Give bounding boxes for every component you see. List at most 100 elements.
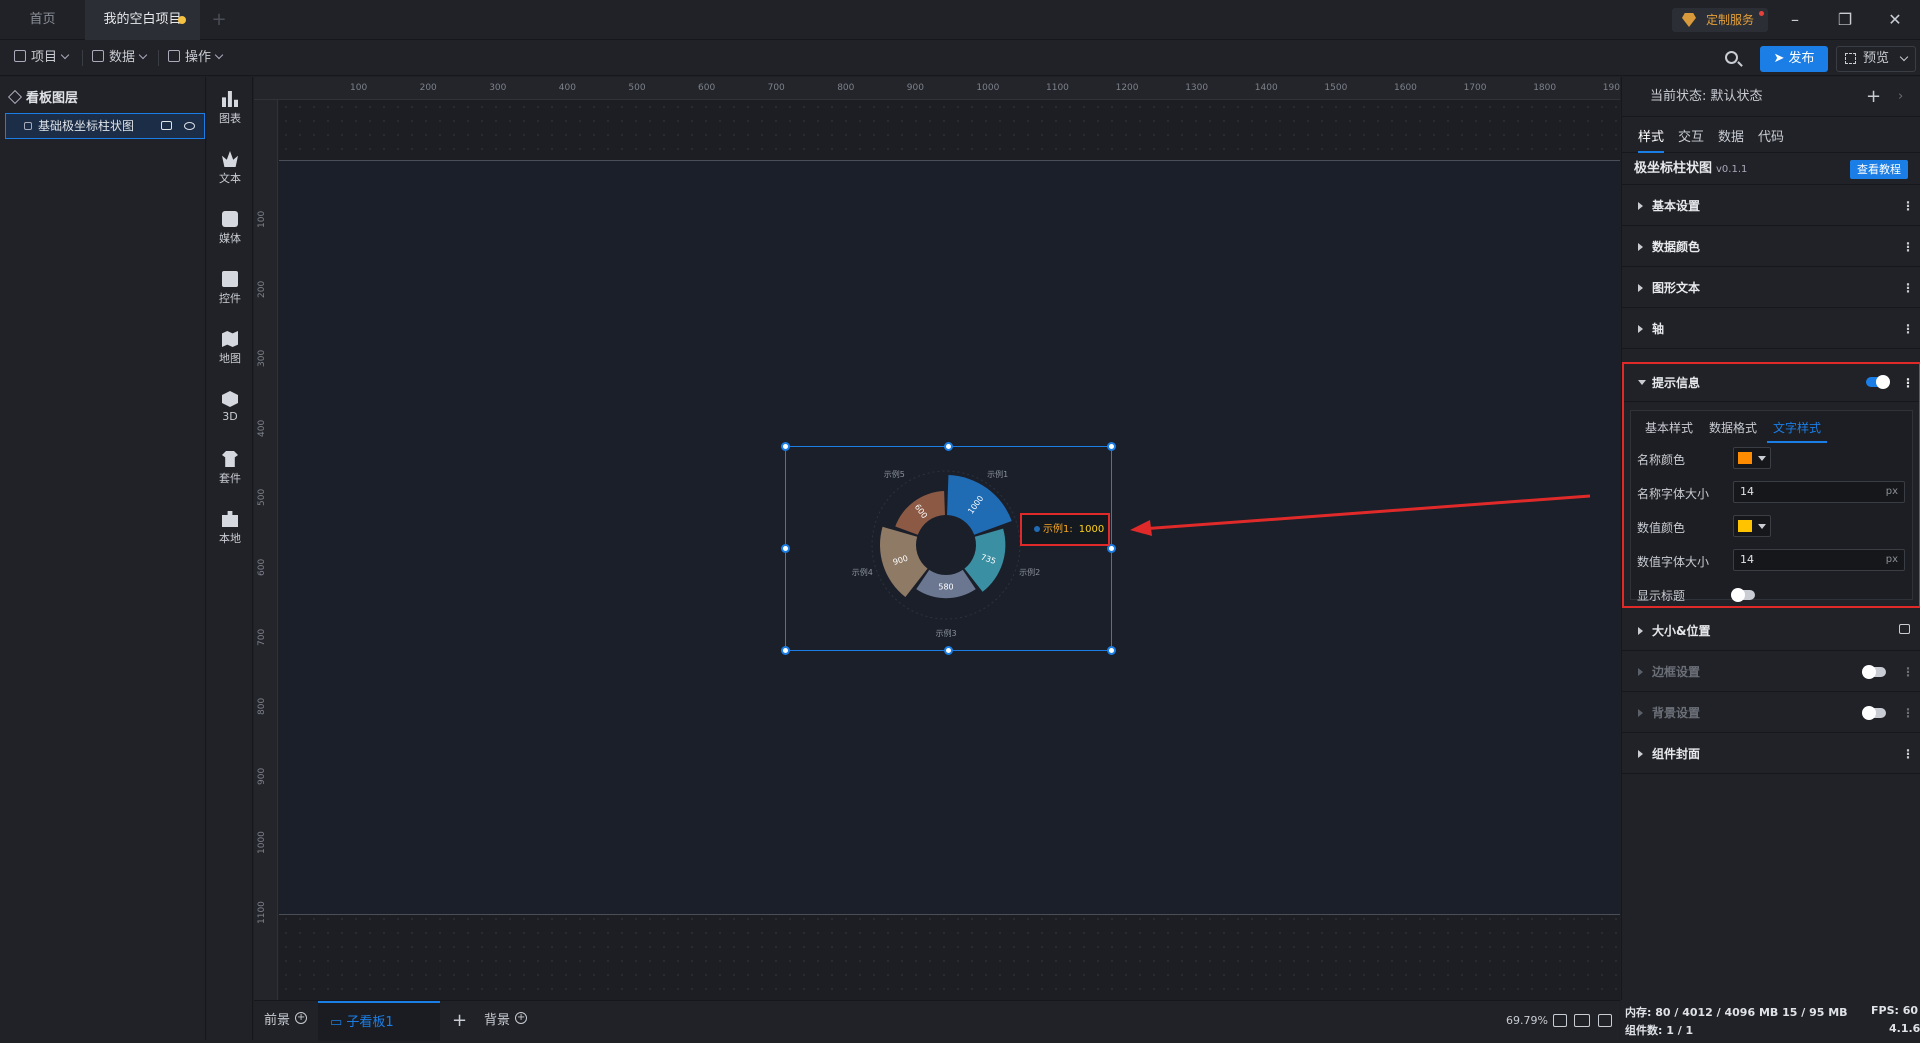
tab-sub-board-label: 子看板1 <box>346 1015 394 1030</box>
selection-frame[interactable] <box>781 442 1116 655</box>
more-icon[interactable]: ⋮ <box>1902 186 1914 226</box>
section-shape-text[interactable]: 图形文本 ⋮ <box>1622 268 1920 308</box>
tab-project[interactable]: 我的空白项目 <box>85 0 200 40</box>
resize-handle[interactable] <box>781 442 790 451</box>
value-color-picker[interactable] <box>1733 515 1771 537</box>
component-local[interactable]: 本地 <box>207 504 253 554</box>
unlock-icon[interactable] <box>161 121 172 130</box>
add-board-button[interactable]: + <box>452 1001 467 1041</box>
menu-operate-label: 操作 <box>185 50 212 65</box>
component-kit[interactable]: 套件 <box>207 444 253 494</box>
chevron-right-icon[interactable]: › <box>1898 77 1903 117</box>
resize-handle[interactable] <box>781 646 790 655</box>
resize-handle[interactable] <box>944 646 953 655</box>
section-data-color[interactable]: 数据颜色 ⋮ <box>1622 227 1920 267</box>
more-icon[interactable]: ⋮ <box>1902 652 1914 692</box>
tooltip-section-header[interactable]: 提示信息 ⋮ <box>1624 364 1919 402</box>
component-chart[interactable]: 图表 <box>207 84 253 134</box>
component-kit-label: 套件 <box>219 472 241 485</box>
menu-data[interactable]: 数据 <box>92 48 148 68</box>
puzzle-icon <box>222 511 238 527</box>
tab-sub-board[interactable]: ▭ 子看板1 <box>318 1001 440 1041</box>
component-text[interactable]: 文本 <box>207 144 253 194</box>
resize-handle[interactable] <box>1107 646 1116 655</box>
name-font-size-value: 14 <box>1740 485 1754 498</box>
caret-down-icon <box>1638 380 1646 385</box>
value-font-size-input[interactable]: 14 px <box>1733 549 1905 571</box>
name-font-size-input[interactable]: 14 px <box>1733 481 1905 503</box>
more-icon[interactable]: ⋮ <box>1902 693 1914 733</box>
more-icon[interactable]: ⋮ <box>1902 364 1914 402</box>
section-border[interactable]: 边框设置 ⋮ <box>1622 652 1920 692</box>
component-chart-label: 图表 <box>219 112 241 125</box>
menu-project[interactable]: 项目 <box>14 48 70 68</box>
zoom-level[interactable]: 69.79% <box>1506 1014 1548 1027</box>
more-icon[interactable]: ⋮ <box>1902 268 1914 308</box>
ruler-top: 100 200 300 400 500 600 700 800 900 1000 1100 1200 1… <box>254 77 1620 100</box>
lock-icon[interactable] <box>1899 624 1910 634</box>
fit-screen-icon[interactable] <box>1553 1014 1567 1027</box>
show-title-toggle[interactable] <box>1731 588 1755 602</box>
publish-button[interactable]: ➤ 发布 <box>1760 46 1828 72</box>
ruler-tick: 900 <box>257 767 267 785</box>
preview-button[interactable]: 预览 <box>1836 46 1916 72</box>
add-tab-button[interactable]: + <box>204 0 234 40</box>
tab-foreground[interactable]: 前景 + <box>264 1001 308 1041</box>
caret-right-icon <box>1638 284 1643 292</box>
menu-operate[interactable]: 操作 <box>168 48 224 68</box>
component-local-label: 本地 <box>219 532 241 545</box>
component-map[interactable]: 地图 <box>207 324 253 374</box>
tab-home[interactable]: 首页 <box>0 0 85 40</box>
tooltip-toggle[interactable] <box>1866 375 1890 389</box>
section-basic[interactable]: 基本设置 ⋮ <box>1622 186 1920 226</box>
add-circle-icon[interactable]: + <box>515 1012 528 1024</box>
restore-button[interactable]: ❐ <box>1820 0 1870 40</box>
resize-handle[interactable] <box>944 442 953 451</box>
more-icon[interactable]: ⋮ <box>1902 309 1914 349</box>
divider <box>158 50 159 66</box>
keyboard-icon[interactable] <box>1574 1014 1590 1027</box>
toggle-knob <box>1862 665 1876 679</box>
more-icon[interactable]: ⋮ <box>1902 227 1914 267</box>
resize-handle[interactable] <box>1107 442 1116 451</box>
name-color-picker[interactable] <box>1733 447 1771 469</box>
component-control[interactable]: 控件 <box>207 264 253 314</box>
tooltip-name: 示例1: <box>1043 524 1073 535</box>
caret-right-icon <box>1638 325 1643 333</box>
fps-status: FPS: 60 <box>1871 1004 1919 1017</box>
section-size-position[interactable]: 大小&位置 <box>1622 611 1920 651</box>
tab-background[interactable]: 背景 + <box>484 1001 528 1041</box>
section-axis[interactable]: 轴 ⋮ <box>1622 309 1920 349</box>
section-cover[interactable]: 组件封面 ⋮ <box>1622 734 1920 774</box>
tab-data[interactable]: 数据 <box>1718 126 1744 145</box>
component-3d[interactable]: 3D <box>207 384 253 434</box>
divider <box>82 50 83 66</box>
close-button[interactable]: ✕ <box>1870 0 1920 40</box>
tab-style[interactable]: 样式 <box>1638 126 1665 153</box>
search-button[interactable] <box>1722 48 1744 70</box>
terminal-icon[interactable] <box>1598 1014 1612 1027</box>
section-background[interactable]: 背景设置 ⋮ <box>1622 693 1920 733</box>
current-state[interactable]: 当前状态: 默认状态 <box>1650 89 1763 104</box>
border-toggle[interactable] <box>1862 665 1886 679</box>
add-state-button[interactable]: + <box>1866 77 1881 117</box>
view-tutorial-button[interactable]: 查看教程 <box>1850 160 1908 179</box>
subtab-text-style[interactable]: 文字样式 <box>1767 419 1828 443</box>
caret-right-icon <box>1638 709 1643 717</box>
component-media[interactable]: 媒体 <box>207 204 253 254</box>
subtab-basic-style[interactable]: 基本样式 <box>1645 419 1693 436</box>
custom-service-button[interactable]: 定制服务 <box>1672 8 1768 32</box>
minimize-button[interactable]: – <box>1770 0 1820 40</box>
more-icon[interactable]: ⋮ <box>1902 734 1914 774</box>
subtab-data-format[interactable]: 数据格式 <box>1709 419 1757 436</box>
resize-handle[interactable] <box>781 544 790 553</box>
eye-icon[interactable] <box>184 122 195 130</box>
add-circle-icon[interactable]: + <box>295 1012 308 1024</box>
background-toggle[interactable] <box>1862 706 1886 720</box>
layer-item[interactable]: 基础极坐标柱状图 <box>5 113 205 139</box>
tab-interaction[interactable]: 交互 <box>1678 126 1704 145</box>
ruler-tick: 1300 <box>1185 83 1209 93</box>
tab-code[interactable]: 代码 <box>1758 126 1784 145</box>
caret-down-icon <box>1758 524 1766 529</box>
ruler-tick: 300 <box>489 83 507 93</box>
